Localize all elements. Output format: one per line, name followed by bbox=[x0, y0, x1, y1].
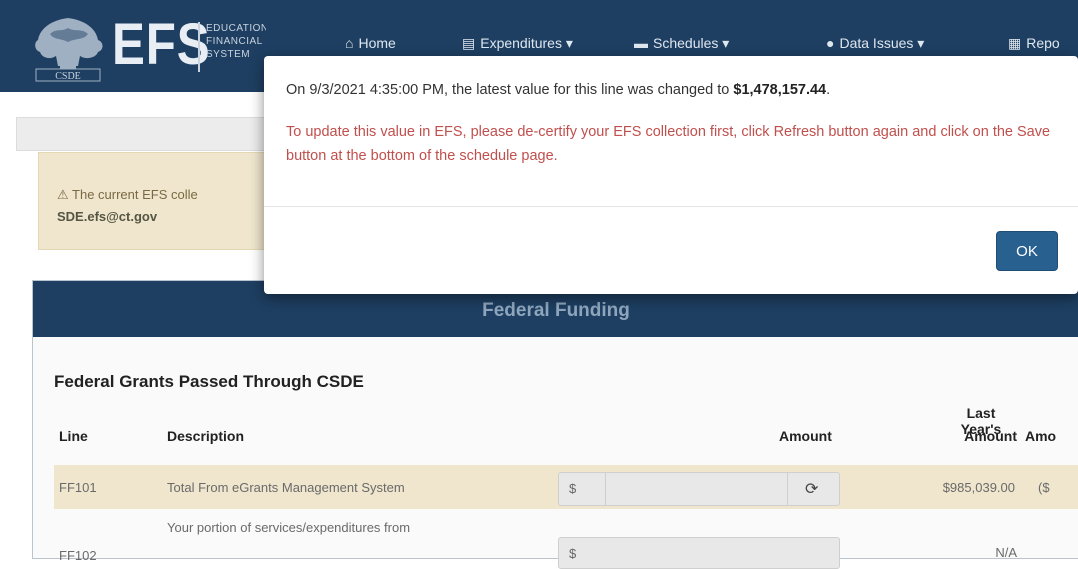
alert-circle-icon: ● bbox=[826, 35, 835, 51]
column-header-line: Line bbox=[59, 428, 88, 444]
report-icon: ▦ bbox=[1008, 35, 1022, 51]
document-icon: ▤ bbox=[462, 35, 476, 51]
column-header-description: Description bbox=[167, 428, 245, 444]
row-description: Total From eGrants Management System bbox=[167, 480, 405, 495]
nav-expenditures[interactable]: ▤ Expenditures ▾ bbox=[462, 35, 573, 52]
row-line: FF101 bbox=[59, 480, 97, 495]
refresh-icon[interactable]: ⟳ bbox=[805, 479, 818, 499]
nav-reports[interactable]: ▦ Repo bbox=[1008, 35, 1060, 52]
svg-text:CSDE: CSDE bbox=[55, 71, 81, 82]
column-header-last-year-2: Amount bbox=[964, 428, 1017, 444]
dialog-warning: To update this value in EFS, please de-c… bbox=[286, 124, 1051, 164]
amount-input[interactable]: $ bbox=[558, 537, 840, 569]
row-line: FF102 bbox=[59, 548, 97, 563]
currency-addon: $ bbox=[569, 481, 577, 496]
nav-data-issues[interactable]: ● Data Issues ▾ bbox=[826, 35, 924, 52]
value-changed-dialog: On 9/3/2021 4:35:00 PM, the latest value… bbox=[264, 56, 1078, 294]
row-amount-cut: ($ bbox=[1038, 480, 1050, 495]
row-description: Your portion of services/expenditures fr… bbox=[167, 520, 411, 535]
dialog-divider bbox=[264, 206, 1078, 207]
nav-home[interactable]: ⌂ Home bbox=[345, 35, 396, 51]
logo-divider bbox=[198, 22, 200, 72]
csde-seal-icon: CSDE bbox=[35, 18, 103, 82]
alert-message: ⚠ The current EFS colle bbox=[57, 187, 198, 202]
changed-value: $1,478,157.44 bbox=[733, 82, 827, 98]
ok-button[interactable]: OK bbox=[996, 231, 1058, 271]
efs-logo-text: EFS bbox=[112, 12, 211, 77]
federal-funding-panel: Federal Funding bbox=[32, 280, 1078, 559]
panel-title: Federal Funding bbox=[482, 300, 630, 321]
row-last-year-amount: $985,039.00 bbox=[942, 480, 1015, 495]
nav-schedules[interactable]: ▬ Schedules ▾ bbox=[634, 35, 729, 52]
home-icon: ⌂ bbox=[345, 35, 354, 51]
column-header-amount-cut: Amo bbox=[1025, 428, 1057, 444]
section-title: Federal Grants Passed Through CSDE bbox=[54, 372, 364, 391]
briefcase-icon: ▬ bbox=[634, 35, 648, 51]
alert-email-link[interactable]: SDE.efs@ct.gov bbox=[57, 209, 157, 224]
amount-input[interactable]: $ ⟳ bbox=[558, 472, 840, 506]
column-header-amount: Amount bbox=[779, 428, 832, 444]
logo-subtitle: EDUCATION FINANCIAL SYSTEM bbox=[206, 23, 266, 60]
currency-addon: $ bbox=[569, 546, 577, 561]
dialog-message: On 9/3/2021 4:35:00 PM, the latest value… bbox=[286, 82, 831, 98]
row-last-year-amount: N/A bbox=[995, 545, 1017, 560]
